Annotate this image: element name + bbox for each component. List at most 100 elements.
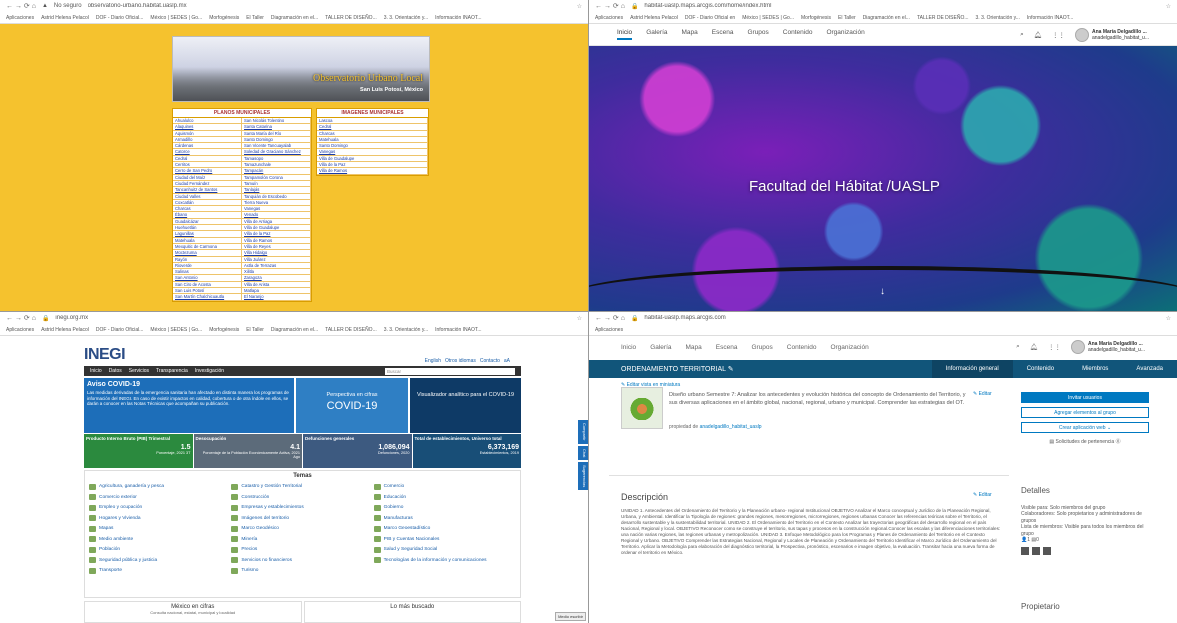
tema-link[interactable]: Empleo y ocupación bbox=[89, 503, 231, 512]
inegi-logo[interactable]: INEGI bbox=[84, 346, 126, 364]
bookmark-item[interactable]: México | SEDES | Go... bbox=[742, 15, 794, 21]
tema-link[interactable]: Gobierno bbox=[373, 503, 516, 512]
bookmark-item[interactable]: Morfogénesis bbox=[209, 327, 239, 333]
bookmark-item[interactable]: DOF - Diario Oficial en bbox=[685, 15, 735, 21]
group-tab[interactable]: Miembros bbox=[1068, 360, 1122, 378]
nav-tab-contenido[interactable]: Contenido bbox=[787, 344, 817, 351]
nav-tab-escena[interactable]: Escena bbox=[712, 29, 734, 40]
bookmark-item[interactable]: TALLER DE DISEÑO... bbox=[325, 327, 377, 333]
visualizador-banner[interactable]: Visualizador analítico para el COVID-19 bbox=[410, 378, 521, 433]
tema-link[interactable]: Construcción bbox=[231, 493, 373, 502]
group-tab[interactable]: Avanzada bbox=[1122, 360, 1177, 378]
indicator-card[interactable]: Producto Interno Bruto (PIB) Trimestral 1… bbox=[84, 434, 193, 468]
tema-link[interactable]: Hogares y Vivienda bbox=[89, 514, 231, 523]
top-link[interactable]: Contacto bbox=[480, 358, 500, 364]
tema-link[interactable]: Seguridad pública y justicia bbox=[89, 556, 231, 565]
tema-link[interactable]: Mapas bbox=[89, 524, 231, 533]
bookmark-item[interactable]: El Taller bbox=[246, 327, 264, 333]
plano-link[interactable]: El Naranjo bbox=[242, 294, 311, 301]
search-input[interactable]: Buscar bbox=[385, 367, 515, 375]
tema-link[interactable]: Marco Geodésico bbox=[231, 524, 373, 533]
nav-tab-grupos[interactable]: Grupos bbox=[751, 344, 772, 351]
indicator-card[interactable]: Total de establecimientos, Universo tota… bbox=[412, 434, 521, 468]
tema-link[interactable]: Comercio exterior bbox=[89, 493, 231, 502]
bookmark-item[interactable]: Información INAOT... bbox=[435, 327, 481, 333]
bookmark-item[interactable]: Astrid Helena Pelacol bbox=[41, 15, 89, 21]
bookmark-item[interactable]: 3. 3. Orientación y... bbox=[384, 15, 428, 21]
top-link[interactable]: aA bbox=[504, 358, 510, 364]
nav-tab-inicio[interactable]: Inicio bbox=[617, 29, 633, 40]
search-icon[interactable]: ⌕ bbox=[1020, 31, 1024, 39]
side-tab[interactable]: Sugerencias bbox=[578, 462, 588, 491]
tema-link[interactable]: Turismo bbox=[231, 566, 373, 575]
bookmark-item[interactable]: Información INAOT... bbox=[1027, 15, 1073, 21]
facebook-icon[interactable] bbox=[1021, 546, 1029, 555]
bookmark-item[interactable]: 3. 3. Orientación y... bbox=[384, 327, 428, 333]
bookmark-item[interactable]: México | SEDES | Go... bbox=[150, 327, 202, 333]
bookmark-item[interactable]: Morfogénesis bbox=[209, 15, 239, 21]
address-bar[interactable]: observatorio-urbano.habitat.uaslp.mx bbox=[88, 3, 571, 9]
bell-icon[interactable]: 🔔︎ bbox=[1034, 31, 1042, 39]
twitter-icon[interactable] bbox=[1032, 546, 1040, 555]
star-icon[interactable]: ☆ bbox=[1166, 315, 1171, 322]
bookmark-item[interactable]: Aplicaciones bbox=[595, 15, 623, 21]
tema-link[interactable]: Comercio bbox=[373, 482, 516, 491]
tema-link[interactable]: Salud y Seguridad Social bbox=[373, 545, 516, 554]
apps-icon[interactable]: ⋮⋮ bbox=[1048, 343, 1061, 351]
nav-tab-organización[interactable]: Organización bbox=[826, 29, 864, 40]
tema-link[interactable]: Transporte bbox=[89, 566, 231, 575]
bookmark-item[interactable]: Astrid Helena Pelacol bbox=[630, 15, 678, 21]
address-bar[interactable]: habitat-uaslp.maps.arcgis.com/home/index… bbox=[644, 3, 1159, 9]
top-link[interactable]: Otros idiomas bbox=[445, 358, 476, 364]
address-bar[interactable]: habitat-uaslp.maps.arcgis.com bbox=[644, 315, 1159, 321]
star-icon[interactable]: ☆ bbox=[577, 315, 582, 322]
search-icon[interactable]: ⌕ bbox=[1016, 343, 1020, 351]
tema-link[interactable]: Población bbox=[89, 545, 231, 554]
nav-buttons[interactable]: ← → ⟳ ⌂ bbox=[595, 2, 625, 10]
side-tab[interactable]: Chat bbox=[578, 445, 588, 461]
top-link[interactable]: English bbox=[425, 358, 441, 364]
tema-link[interactable]: Minería bbox=[231, 535, 373, 544]
bell-icon[interactable]: 🔔︎ bbox=[1030, 343, 1038, 351]
perspectiva-banner[interactable]: Perspectiva en cifras COVID-19 bbox=[296, 378, 408, 433]
edit-summary-link[interactable]: ✎ Editar bbox=[973, 391, 992, 397]
bookmark-item[interactable]: Diagramación en el... bbox=[271, 15, 318, 21]
create-web-app-button[interactable]: Crear aplicación web ⌄ bbox=[1021, 422, 1149, 433]
user-menu[interactable]: Ana María Delgadillo ... anadelgadillo_ha… bbox=[1071, 340, 1145, 354]
menu-item[interactable]: Datos bbox=[109, 368, 122, 374]
nav-tab-contenido[interactable]: Contenido bbox=[783, 29, 813, 40]
nav-tab-escena[interactable]: Escena bbox=[716, 344, 738, 351]
nav-tab-organización[interactable]: Organización bbox=[830, 344, 868, 351]
tema-link[interactable]: Imágenes del territorio bbox=[231, 514, 373, 523]
tema-link[interactable]: Catastro y Gestión Territorial bbox=[231, 482, 373, 491]
menu-item[interactable]: Servicios bbox=[129, 368, 149, 374]
bookmark-item[interactable]: TALLER DE DISEÑO... bbox=[325, 15, 377, 21]
link-icon[interactable] bbox=[1043, 546, 1051, 555]
tema-link[interactable]: Precios bbox=[231, 545, 373, 554]
nav-tab-galería[interactable]: Galería bbox=[646, 29, 667, 40]
bookmark-item[interactable]: Aplicaciones bbox=[595, 327, 623, 333]
indicator-card[interactable]: Desocupación 4.1 Porcentaje de la Població… bbox=[193, 434, 302, 468]
tema-link[interactable]: Medio ambiente bbox=[89, 535, 231, 544]
group-tab[interactable]: Información general bbox=[931, 360, 1013, 378]
side-tab[interactable]: Compartir bbox=[578, 420, 588, 444]
bookmark-item[interactable]: México | SEDES | Go... bbox=[150, 15, 202, 21]
star-icon[interactable]: ☆ bbox=[1166, 3, 1171, 10]
bookmark-item[interactable]: DOF - Diario Oficial... bbox=[96, 327, 144, 333]
nav-tab-grupos[interactable]: Grupos bbox=[747, 29, 768, 40]
tema-link[interactable]: Servicios no financieros bbox=[231, 556, 373, 565]
bookmark-item[interactable]: Información INAOT... bbox=[435, 15, 481, 21]
nav-tab-mapa[interactable]: Mapa bbox=[686, 344, 702, 351]
imagen-link[interactable]: Villa de Ramos bbox=[317, 168, 428, 175]
bookmark-item[interactable]: Diagramación en el... bbox=[863, 15, 910, 21]
tema-link[interactable]: Marco Geoestadístico bbox=[373, 524, 516, 533]
tema-link[interactable]: Manufacturas bbox=[373, 514, 516, 523]
plano-link[interactable]: San Martín Chalchicuautla bbox=[173, 294, 242, 301]
tema-link[interactable]: Tecnologías de la información y comunica… bbox=[373, 556, 516, 565]
nav-buttons[interactable]: ← → ⟳ ⌂ bbox=[595, 314, 625, 322]
tema-link[interactable]: Agricultura, ganadería y pesca bbox=[89, 482, 231, 491]
bookmark-item[interactable]: 3. 3. Orientación y... bbox=[976, 15, 1020, 21]
nav-tab-galería[interactable]: Galería bbox=[650, 344, 671, 351]
nav-tab-mapa[interactable]: Mapa bbox=[682, 29, 698, 40]
menu-item[interactable]: Transparencia bbox=[156, 368, 188, 374]
